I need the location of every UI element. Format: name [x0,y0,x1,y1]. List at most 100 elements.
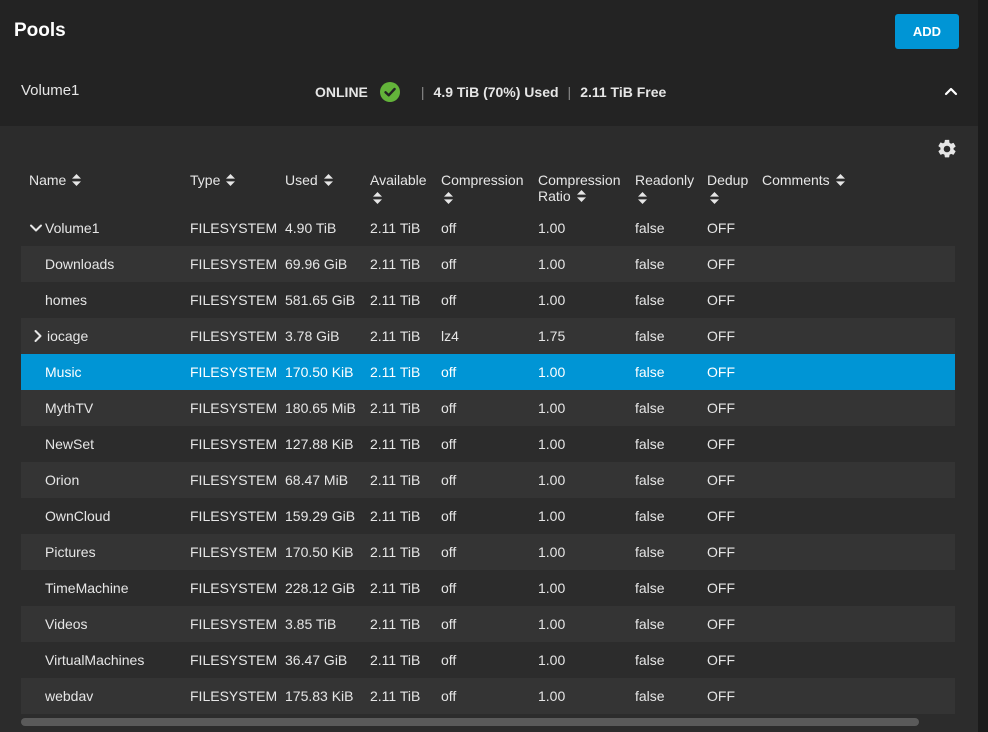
cell-comments [754,570,955,606]
cell-name: MythTV [21,390,182,426]
horizontal-scrollbar[interactable] [21,718,919,726]
dataset-name: MythTV [45,400,94,416]
cell-available: 2.11 TiB [362,390,433,426]
cell-used: 175.83 KiB [277,678,362,714]
cell-readonly: false [635,580,665,596]
cell-compression: off [441,292,457,308]
cell-available: 2.11 TiB [362,462,433,498]
cell-readonly: false [627,678,699,714]
cell-readonly: false [627,246,699,282]
sort-icon [373,192,382,204]
cell-compression: off [433,390,530,426]
cell-compression: off [441,580,457,596]
cell-ratio: 1.00 [538,652,566,668]
table-row[interactable]: VirtualMachines FILESYSTEM 36.47 GiB 2.11 T… [21,642,955,678]
cell-compression: off [433,678,530,714]
cell-compression: off [433,606,530,642]
dataset-name: Music [45,364,82,380]
column-header-used[interactable]: Used [277,164,362,210]
column-header-comments[interactable]: Comments [754,164,955,210]
cell-type: FILESYSTEM [182,462,277,498]
cell-dedup: OFF [707,292,735,308]
table-row[interactable]: Orion FILESYSTEM 68.47 MiB 2.11 TiB off 1.00 f… [21,462,955,498]
cell-ratio: 1.00 [530,534,627,570]
separator: | [420,84,425,100]
chevron-up-icon[interactable] [942,82,960,100]
dataset-name: homes [45,292,88,308]
table-row[interactable]: MythTV FILESYSTEM 180.65 MiB 2.11 TiB off 1.0… [21,390,955,426]
sort-icon [323,174,333,186]
table-row[interactable]: webdav FILESYSTEM 175.83 KiB 2.11 TiB off 1.0… [21,678,955,714]
cell-name: Music [21,354,182,390]
cell-readonly: false [627,534,699,570]
table-row[interactable]: Music FILESYSTEM 170.50 KiB 2.11 TiB off 1.00… [21,354,955,390]
table-row[interactable]: NewSet FILESYSTEM 127.88 KiB 2.11 TiB off 1.0… [21,426,955,462]
cell-compression: off [441,220,457,236]
cell-ratio: 1.00 [538,508,566,524]
page-title: Pools [14,20,66,41]
cell-dedup: OFF [707,436,735,452]
cell-available: 2.11 TiB [362,354,433,390]
cell-available: 2.11 TiB [370,436,421,452]
table-row[interactable]: iocage FILESYSTEM 3.78 GiB 2.11 TiB lz4 1.75 f… [21,318,955,354]
cell-comments [754,534,955,570]
column-header-compression[interactable]: Compression [433,164,530,210]
cell-used: 228.12 GiB [285,580,356,596]
dataset-name: TimeMachine [45,580,129,596]
column-header-type[interactable]: Type [182,164,277,210]
cell-comments [754,246,955,282]
table-row[interactable]: Volume1 FILESYSTEM 4.90 TiB 2.11 TiB off 1.00… [21,210,955,246]
cell-dedup: OFF [699,462,754,498]
chevron-down-icon[interactable] [29,221,43,235]
column-header-readonly[interactable]: Readonly [627,164,699,210]
cell-readonly: false [635,220,665,236]
cell-name: webdav [21,678,182,714]
cell-used: 170.50 KiB [277,354,362,390]
gear-icon[interactable] [936,138,958,160]
table-row[interactable]: Videos FILESYSTEM 3.85 TiB 2.11 TiB off 1.00 f… [21,606,955,642]
cell-compression: off [441,508,457,524]
pool-status-line: ONLINE | 4.9 TiB (70%) Used | 2.11 TiB F… [315,82,666,102]
cell-available: 2.11 TiB [362,318,433,354]
separator: | [567,84,572,100]
column-header-available[interactable]: Available [362,164,433,210]
cell-type: FILESYSTEM [190,436,277,452]
pool-name: Volume1 [21,82,80,99]
column-header-compression-ratio[interactable]: Compression Ratio [530,164,627,210]
pool-status-text: ONLINE [315,84,368,100]
table-row[interactable]: Downloads FILESYSTEM 69.96 GiB 2.11 TiB off 1… [21,246,955,282]
cell-dedup: OFF [699,390,754,426]
sort-icon [835,174,845,186]
table-row[interactable]: Pictures FILESYSTEM 170.50 KiB 2.11 TiB off 1… [21,534,955,570]
chevron-right-icon[interactable] [31,329,45,343]
column-header-dedup[interactable]: Dedup [699,164,754,210]
pool-free-text: 2.11 TiB Free [580,84,667,100]
cell-type: FILESYSTEM [190,292,277,308]
add-pool-button[interactable]: ADD [895,14,959,49]
sort-icon [72,174,82,186]
cell-used: 36.47 GiB [285,652,348,668]
column-header-name[interactable]: Name [21,164,182,210]
cell-dedup: OFF [699,678,754,714]
table-row[interactable]: homes FILESYSTEM 581.65 GiB 2.11 TiB off 1.00… [21,282,955,318]
cell-available: 2.11 TiB [362,606,433,642]
cell-comments [754,210,955,246]
pool-summary[interactable]: Volume1 ONLINE | 4.9 TiB (70%) Used | 2.… [0,62,978,126]
cell-dedup: OFF [699,606,754,642]
cell-dedup: OFF [707,508,735,524]
cell-ratio: 1.00 [530,354,627,390]
cell-readonly: false [635,508,665,524]
pool-used-text: 4.9 TiB (70%) Used [433,84,559,100]
cell-name: homes [21,282,182,318]
cell-compression: lz4 [433,318,530,354]
vertical-scrollbar-track[interactable] [978,0,988,732]
table-row[interactable]: OwnCloud FILESYSTEM 159.29 GiB 2.11 TiB off 1… [21,498,955,534]
sort-icon [444,192,453,204]
cell-readonly: false [635,652,665,668]
cell-type: FILESYSTEM [182,534,277,570]
cell-ratio: 1.00 [538,436,566,452]
table-row[interactable]: TimeMachine FILESYSTEM 228.12 GiB 2.11 TiB o… [21,570,955,606]
cell-comments [754,606,955,642]
cell-compression: off [433,534,530,570]
dataset-table: Name Type Used Available Compression Com… [21,164,955,714]
